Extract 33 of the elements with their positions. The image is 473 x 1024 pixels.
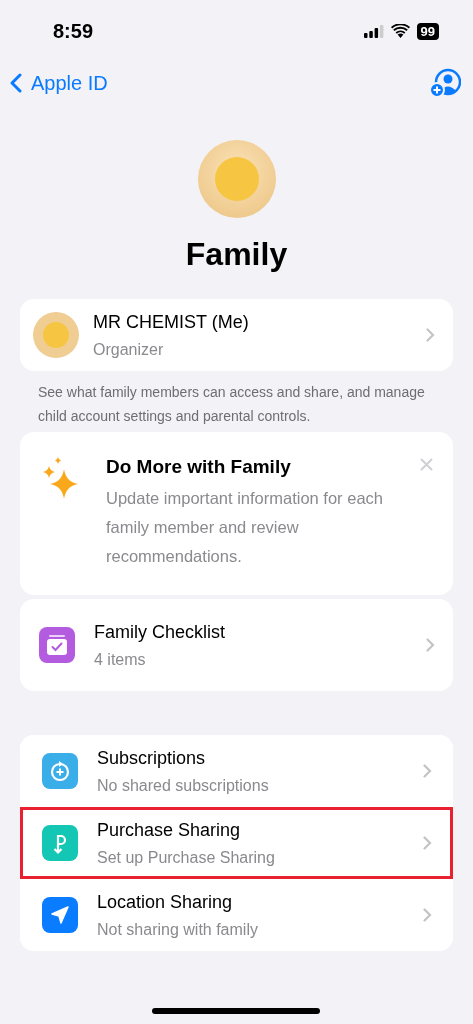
member-name: MR CHEMIST (Me)	[93, 311, 250, 333]
checklist-title: Family Checklist	[94, 621, 227, 643]
service-title: Location Sharing	[97, 891, 234, 913]
member-row[interactable]: MR CHEMIST (Me) Organizer	[20, 299, 453, 371]
checklist-icon	[39, 627, 75, 663]
signal-icon	[363, 24, 384, 38]
chevron-left-icon	[10, 73, 22, 93]
checklist-count: 4 items	[94, 650, 147, 669]
service-subtitle: Not sharing with family	[97, 920, 259, 939]
service-row[interactable]: Purchase Sharing Set up Purchase Sharing	[20, 807, 453, 879]
chevron-right-icon	[426, 328, 435, 342]
add-person-icon[interactable]	[429, 68, 461, 98]
chevron-right-icon	[423, 908, 432, 922]
footnote: See what family members can access and share, and manage child account settings and parental controls.	[38, 383, 426, 426]
battery-indicator: 99	[416, 22, 439, 40]
chevron-right-icon	[423, 764, 432, 778]
chevron-right-icon	[426, 638, 435, 652]
purchase-sharing-icon	[42, 825, 78, 861]
status-time: 8:59	[53, 19, 94, 43]
service-subtitle: Set up Purchase Sharing	[97, 848, 276, 867]
subscription-icon	[42, 753, 78, 789]
checklist-row[interactable]: Family Checklist 4 items	[20, 599, 453, 691]
service-title: Subscriptions	[97, 747, 207, 769]
promo-text: Update important information for each family member and review recommendations.	[106, 488, 384, 567]
chevron-right-icon	[423, 836, 432, 850]
service-subtitle: No shared subscriptions	[97, 776, 270, 795]
wifi-icon	[390, 24, 410, 38]
avatar	[33, 312, 79, 358]
promo-title: Do More with Family	[106, 456, 291, 478]
service-title: Purchase Sharing	[97, 819, 242, 841]
back-button[interactable]: Apple ID	[10, 71, 108, 95]
member-role: Organizer	[93, 340, 165, 359]
page-title: Family	[185, 236, 288, 273]
